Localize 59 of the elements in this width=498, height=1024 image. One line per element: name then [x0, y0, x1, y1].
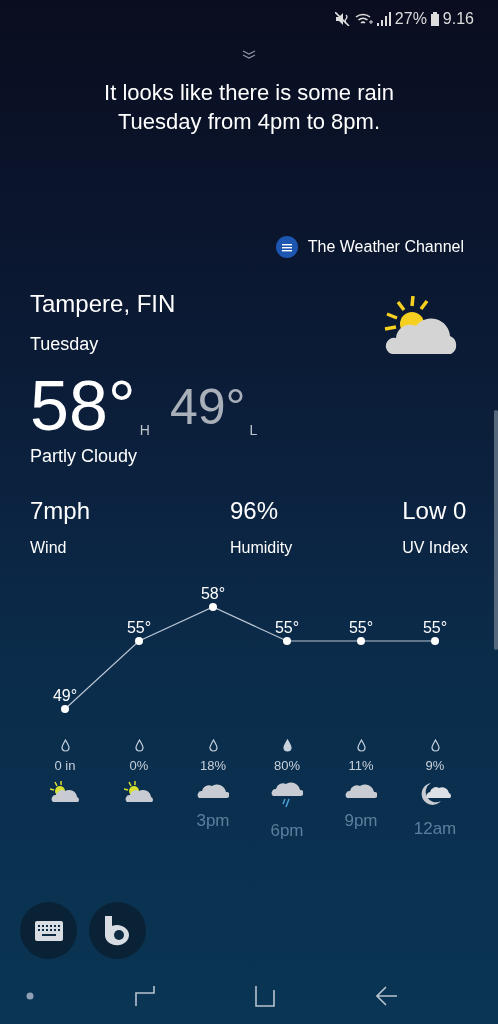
- precipitation-value: 80%: [274, 758, 300, 773]
- data-point: [283, 637, 291, 645]
- moon-and-cloud-icon: [419, 781, 451, 807]
- temperature-label: 55°: [348, 619, 374, 636]
- rain-cloud-icon: [271, 781, 303, 809]
- high-label: H: [139, 422, 150, 438]
- signal-icon: [376, 12, 391, 26]
- data-point: [357, 637, 365, 645]
- source-name[interactable]: The Weather Channel: [307, 238, 464, 256]
- battery-icon: [430, 12, 439, 26]
- stat-label: UV Index: [402, 539, 468, 557]
- data-point: [135, 637, 143, 645]
- mute-icon: [334, 12, 351, 26]
- data-point: [209, 603, 217, 611]
- stat-value: 96%: [230, 497, 280, 525]
- data-point: [431, 637, 439, 645]
- precipitation-value: 18%: [200, 758, 226, 773]
- data-point: [61, 705, 69, 713]
- stat-value: Low 0: [402, 497, 468, 525]
- temperature-label: 55°: [422, 619, 448, 636]
- assistant-logo-icon: [104, 915, 131, 946]
- low-temperature: 49°: [170, 378, 246, 437]
- battery-percent: 27%: [394, 10, 427, 28]
- precipitation-value: 0%: [129, 758, 149, 773]
- stat-value: 7mph: [30, 497, 91, 525]
- home-icon[interactable]: [255, 985, 276, 1007]
- precipitation-value: 11%: [348, 758, 374, 773]
- stat-label: Wind: [30, 539, 68, 557]
- recents-icon[interactable]: [134, 985, 155, 1007]
- precipitation-value: 9%: [425, 758, 445, 773]
- back-icon[interactable]: [375, 986, 398, 1006]
- condition-text: Partly Cloudy: [29, 446, 139, 467]
- keyboard-icon: [34, 920, 63, 941]
- hour-label: 9pm: [344, 811, 378, 831]
- assistant-message: It looks like there is some rain Tuesday from 4pm to 8pm.: [103, 79, 395, 136]
- clock: 9.16: [442, 10, 474, 28]
- high-temperature: 58°: [30, 368, 136, 444]
- precipitation-value: 0 in: [54, 758, 76, 773]
- hour-label: 6pm: [270, 821, 304, 841]
- keyboard-button[interactable]: [20, 902, 77, 959]
- assistant-button[interactable]: [89, 902, 146, 959]
- temperature-label: 49°: [52, 687, 78, 704]
- hour-label: 12am: [413, 819, 457, 839]
- temperature-label: 58°: [200, 585, 226, 602]
- wifi-icon: [354, 12, 373, 26]
- day-label: Tuesday: [30, 334, 100, 355]
- hour-label: 3pm: [196, 811, 230, 831]
- cloud-icon: [197, 781, 229, 799]
- location-name: Tampere, FIN: [30, 290, 176, 318]
- weather-channel-logo-icon: [275, 236, 298, 258]
- collapse-chevron-icon[interactable]: [241, 50, 257, 60]
- stat-label: Humidity: [230, 539, 293, 557]
- nav-dot-icon[interactable]: [26, 992, 34, 1000]
- temperature-label: 55°: [274, 619, 300, 636]
- cloud-icon: [345, 781, 377, 799]
- low-label: L: [249, 422, 258, 438]
- temperature-label: 55°: [126, 619, 152, 636]
- sun-and-cloud-icon: [50, 781, 80, 803]
- sun-and-cloud-icon: [124, 781, 154, 803]
